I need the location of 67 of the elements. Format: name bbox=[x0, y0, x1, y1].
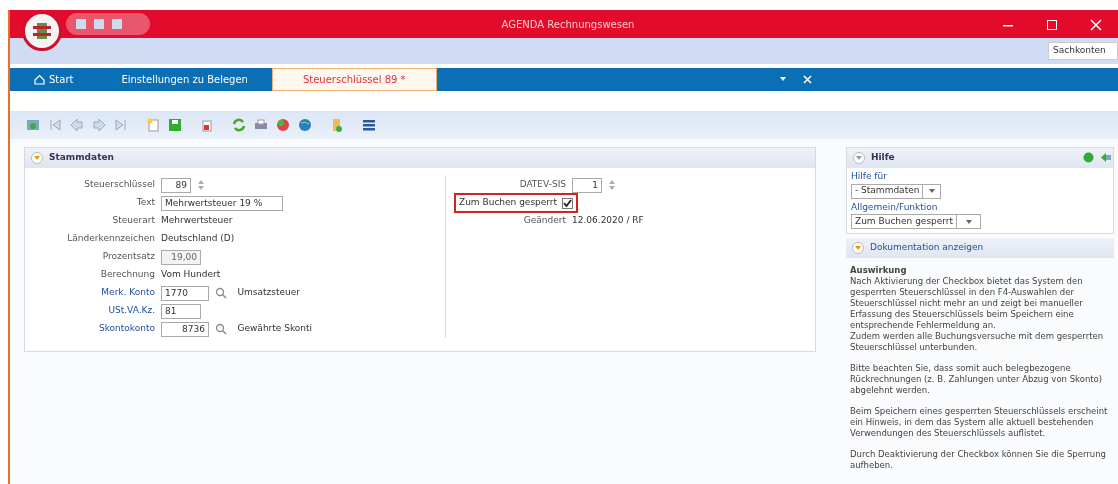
print-icon[interactable] bbox=[254, 118, 268, 132]
number-field[interactable]: 89 bbox=[161, 177, 191, 193]
previous-icon[interactable] bbox=[70, 118, 84, 132]
caret-icon bbox=[856, 155, 862, 161]
field-label: Steuerschlüssel bbox=[83, 178, 155, 192]
collapse-toggle[interactable] bbox=[31, 152, 43, 164]
field-link[interactable]: Merk. Konto bbox=[25, 286, 155, 300]
field-label: Prozentsatz bbox=[101, 250, 155, 264]
tab[interactable]: Start bbox=[10, 68, 98, 91]
tab[interactable]: Steuerschlüssel 89 * bbox=[271, 68, 437, 91]
input-field[interactable]: 1770 bbox=[161, 285, 209, 301]
caret-icon bbox=[34, 155, 40, 161]
doc-paragraph: Beim Speichern eines gesperrten Steuerschlüssels erscheint ein Hinweis, in dem das System alle aktuell bestehenden Verwendungen des Steuerschlüssels auflistet. bbox=[850, 406, 1109, 439]
field-description: Gewährte Skonti bbox=[237, 322, 313, 336]
doc-heading: Auswirkung bbox=[850, 265, 908, 276]
readonly-field: 19,00 bbox=[161, 249, 201, 265]
last-icon[interactable] bbox=[114, 118, 128, 132]
panel-title: Hilfe bbox=[871, 151, 895, 165]
field-label: Länderkennzeichen bbox=[66, 232, 155, 246]
next-icon[interactable] bbox=[92, 118, 106, 132]
field-link[interactable]: Skontokonto bbox=[25, 322, 155, 336]
field-label: Allgemein/Funktion bbox=[850, 200, 939, 214]
list-icon[interactable] bbox=[362, 118, 376, 132]
field-value: Mehrwertsteuer bbox=[161, 214, 233, 228]
quick-access-toolbar[interactable] bbox=[66, 13, 150, 35]
doc-paragraph: Durch Deaktivierung der Checkbox können Sie die Sperrung aufheben. bbox=[850, 449, 1107, 471]
search-icon[interactable] bbox=[215, 322, 227, 336]
field-value: Deutschland (D) bbox=[161, 232, 235, 246]
window-title: AGENDA Rechnungswesen bbox=[500, 17, 636, 32]
input-field[interactable]: Mehrwertsteuer 19 % bbox=[161, 195, 283, 211]
collapse-toggle[interactable] bbox=[853, 152, 865, 164]
save-icon[interactable] bbox=[168, 118, 182, 132]
dropdown[interactable]: Zum Buchen gesperrt bbox=[851, 214, 981, 229]
spinner-icon[interactable] bbox=[608, 178, 616, 192]
app-logo-icon[interactable] bbox=[22, 11, 62, 51]
field-label: Hilfe für bbox=[850, 170, 888, 183]
globe-icon[interactable] bbox=[298, 118, 312, 132]
dropdown[interactable]: - Stammdaten bbox=[851, 183, 941, 199]
section-title: Stammdaten bbox=[49, 151, 114, 165]
field-label: Berechnung bbox=[99, 268, 155, 282]
input-field[interactable]: 8736 bbox=[161, 321, 209, 337]
first-icon[interactable] bbox=[48, 118, 62, 132]
field-label: Text bbox=[135, 196, 155, 210]
expand-icon[interactable] bbox=[852, 242, 864, 254]
tab[interactable]: Einstellungen zu Belegen bbox=[97, 68, 272, 91]
field-description: Umsatzsteuer bbox=[237, 286, 300, 300]
field-label: Steuerart bbox=[111, 214, 155, 228]
number-field[interactable]: 1 bbox=[572, 177, 602, 193]
search-icon[interactable] bbox=[215, 286, 227, 300]
sync-icon[interactable] bbox=[232, 118, 246, 132]
field-value: 12.06.2020 / RF bbox=[572, 214, 644, 228]
field-link[interactable]: USt.VA.Kz. bbox=[25, 304, 155, 318]
search-field[interactable]: Sachkonten bbox=[1048, 42, 1118, 61]
field-label: Geändert bbox=[522, 214, 566, 228]
refresh-icon[interactable] bbox=[26, 118, 40, 132]
new-document-icon[interactable] bbox=[146, 118, 160, 132]
field-label: DATEV-SIS bbox=[518, 178, 566, 192]
back-icon[interactable] bbox=[1099, 151, 1111, 165]
doc-paragraph: Bitte beachten Sie, dass somit auch belegbezogene Rückrechnungen (z. B. Zahlungen unter Abzug von Skonto) abgelehnt werden. bbox=[850, 363, 1104, 396]
spinner-icon[interactable] bbox=[197, 178, 205, 192]
input-field[interactable]: 81 bbox=[161, 303, 201, 319]
doc-paragraph: Nach Aktivierung der Checkbox bietet das System den gesperrten Steuerschlüssel in den F4-Auswahlen der Steuerschlüssel nicht mehr an und zeigt bei manueller Erfassung des Steuerschlüssels beim Speichern eine entsprechende Fehlermeldung an. Zudem werden alle Buchungsversuche mit dem gesperrten Steuerschlüssel unterbunden. bbox=[850, 276, 1105, 353]
field-label: Zum Buchen gesperrt bbox=[459, 196, 558, 210]
field-value: Vom Hundert bbox=[161, 268, 221, 282]
checkbox[interactable] bbox=[561, 197, 573, 209]
panel-title: Dokumentation anzeigen bbox=[870, 241, 984, 255]
delete-icon[interactable] bbox=[200, 118, 214, 132]
